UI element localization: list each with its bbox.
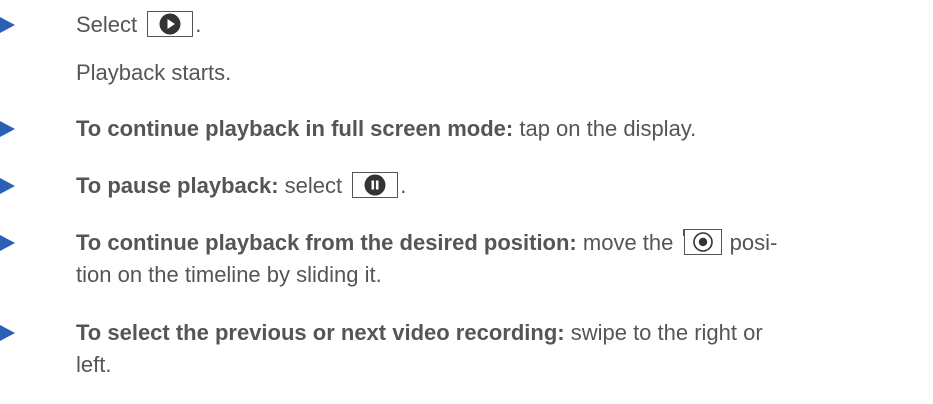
step-text-line2: tion on the timeline by sliding it.: [76, 262, 382, 287]
step-after: .: [195, 12, 202, 37]
step-text: swipe to the right or: [564, 320, 763, 345]
slider-position-icon: [692, 232, 713, 252]
bullet-arrow-icon: [0, 235, 15, 251]
step-heading: To continue playback from the desired po…: [76, 230, 577, 255]
step-text: tap on the display.: [513, 116, 697, 141]
bullet-arrow-icon: [0, 178, 15, 194]
step-swipe: To select the previous or next video rec…: [76, 318, 763, 348]
step-position: To continue playback from the desired po…: [76, 228, 777, 258]
bullet-arrow-icon: [0, 17, 15, 33]
bullet-arrow-icon: [0, 325, 15, 341]
step-select-play: Select .: [76, 10, 201, 40]
step-pause: To pause playback: select .: [76, 171, 406, 201]
instruction-list: Select . Playback starts. To continue pl…: [0, 0, 933, 404]
result-text: Playback starts.: [76, 60, 232, 85]
step-fullscreen: To continue playback in full screen mode…: [76, 114, 696, 144]
step-heading: To pause playback:: [76, 173, 279, 198]
step-text-line2: left.: [76, 352, 112, 377]
pause-button-icon: [351, 171, 399, 199]
step-position-cont: tion on the timeline by sliding it.: [76, 260, 382, 290]
pause-icon: [364, 174, 386, 196]
step-text: Select: [76, 12, 138, 37]
play-button-icon: [146, 10, 194, 38]
step-text: select: [278, 173, 343, 198]
step-heading: To select the previous or next video rec…: [76, 320, 565, 345]
play-icon: [159, 13, 181, 35]
step-after: .: [400, 173, 407, 198]
step-after: posi-: [723, 230, 778, 255]
step-heading: To continue playback in full screen mode…: [76, 116, 514, 141]
step-swipe-cont: left.: [76, 350, 111, 380]
bullet-arrow-icon: [0, 121, 15, 137]
step-result: Playback starts.: [76, 58, 231, 88]
slider-position-button-icon: [683, 228, 722, 256]
step-text: move the: [576, 230, 674, 255]
